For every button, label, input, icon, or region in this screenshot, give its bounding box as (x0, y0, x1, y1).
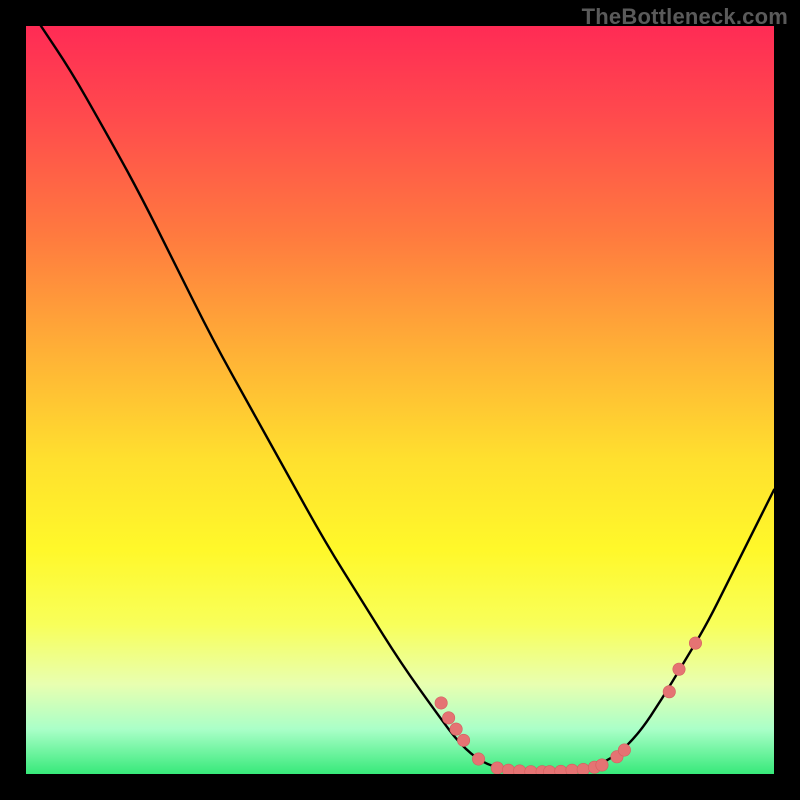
data-point (502, 764, 514, 774)
chart-area (26, 26, 774, 774)
data-point (555, 765, 567, 774)
chart-svg (26, 26, 774, 774)
data-point (577, 763, 589, 774)
data-point (442, 712, 454, 724)
data-point (491, 762, 503, 774)
data-point (673, 663, 685, 675)
data-point (513, 765, 525, 774)
data-point (457, 734, 469, 746)
data-point (663, 686, 675, 698)
data-point (435, 697, 447, 709)
data-point (525, 766, 537, 774)
data-point (472, 753, 484, 765)
data-point (596, 759, 608, 771)
bottleneck-curve (41, 26, 774, 771)
data-points-group (435, 637, 702, 774)
data-point (450, 723, 462, 735)
data-point (618, 744, 630, 756)
watermark-text: TheBottleneck.com (582, 4, 788, 30)
data-point (689, 637, 701, 649)
data-point (566, 764, 578, 774)
